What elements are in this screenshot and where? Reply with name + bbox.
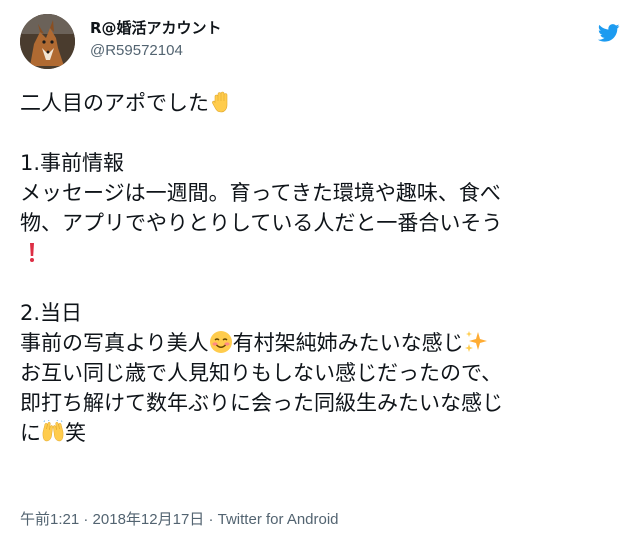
raising-hands-icon bbox=[41, 419, 65, 444]
tweet-text-segment: 笑 bbox=[65, 421, 86, 445]
tweet-text: 二人目のアポでした 1.事前情報 メッセージは一週間。育ってきた環境や趣味、食べ… bbox=[20, 88, 620, 448]
exclamation-icon bbox=[20, 240, 44, 264]
tweet-text-segment: に bbox=[20, 421, 41, 445]
tweet-line: 2.当日 bbox=[20, 298, 620, 328]
twitter-bird-icon[interactable] bbox=[597, 24, 620, 42]
tweet-line: お互い同じ歳で人見知りもしない感じだったので、 bbox=[20, 358, 620, 388]
tweet-text-segment: 即打ち解けて数年ぶりに会った同級生みたいな感じ bbox=[20, 391, 503, 415]
tweet-line bbox=[20, 238, 620, 268]
account-handle[interactable]: @R59572104 bbox=[90, 41, 222, 61]
smiling-blush-face-icon bbox=[209, 330, 233, 354]
tweet-line: メッセージは一週間。育ってきた環境や趣味、食べ bbox=[20, 178, 620, 208]
tweet-line: 二人目のアポでした bbox=[20, 88, 620, 118]
tweet-text-segment: お互い同じ歳で人見知りもしない感じだったので、 bbox=[20, 361, 503, 385]
tweet-metadata: 午前1:21 · 2018年12月17日 · Twitter for Andro… bbox=[20, 510, 339, 530]
tweet-source[interactable]: Twitter for Android bbox=[218, 511, 339, 528]
display-name[interactable]: R@婚活アカウント bbox=[90, 18, 222, 38]
tweet-header: R@婚活アカウント @R59572104 bbox=[20, 14, 620, 74]
tweet-text-segment: 二人目のアポでした bbox=[20, 91, 209, 115]
raised-hand-icon bbox=[209, 90, 233, 114]
tweet-date[interactable]: 2018年12月17日 bbox=[93, 511, 205, 528]
tweet-text-segment: 物、アプリでやりとりしている人だと一番合いそう bbox=[20, 211, 503, 235]
tweet-line: 1.事前情報 bbox=[20, 148, 620, 178]
tweet-line: 物、アプリでやりとりしている人だと一番合いそう bbox=[20, 208, 620, 238]
tweet-time[interactable]: 午前1:21 bbox=[20, 511, 79, 528]
tweet-text-segment: メッセージは一週間。育ってきた環境や趣味、食べ bbox=[20, 181, 501, 205]
tweet-text-segment: 2.当日 bbox=[20, 301, 83, 325]
sparkles-icon bbox=[464, 330, 488, 354]
tweet-text-segment: 有村架純姉みたいな感じ bbox=[232, 331, 464, 355]
tweet-line: 事前の写真より美人 有村架純姉みたいな感じ bbox=[20, 328, 620, 358]
tweet-line: 即打ち解けて数年ぶりに会った同級生みたいな感じ bbox=[20, 388, 620, 418]
fox-avatar-icon[interactable] bbox=[20, 14, 75, 69]
meta-separator: · bbox=[79, 511, 93, 528]
account-name-block[interactable]: R@婚活アカウント @R59572104 bbox=[90, 18, 222, 61]
tweet-line: に 笑 bbox=[20, 418, 620, 448]
tweet-text-segment: 1.事前情報 bbox=[20, 151, 125, 175]
meta-separator: · bbox=[204, 511, 218, 528]
tweet-text-segment: 事前の写真より美人 bbox=[20, 331, 209, 355]
tweet-card: R@婚活アカウント @R59572104 二人目のアポでした 1.事前情報 メッ… bbox=[0, 0, 640, 546]
